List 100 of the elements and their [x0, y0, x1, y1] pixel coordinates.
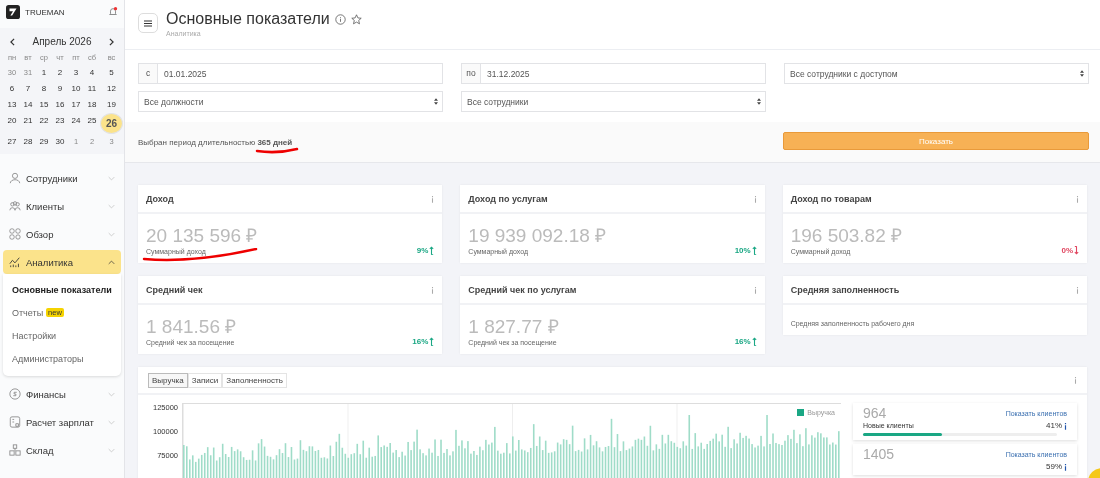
nav-item[interactable]: Клиенты [3, 194, 121, 218]
card-title: Средний чек [146, 284, 203, 295]
calendar-day[interactable]: 24 [68, 113, 84, 129]
kpi-value: 1 827.77 ₽ [468, 315, 559, 339]
calendar-day[interactable]: 5 [103, 65, 120, 81]
employees-select[interactable]: Все сотрудники [461, 91, 766, 112]
client-count: 964 [863, 405, 887, 421]
info-icon[interactable] [1064, 421, 1067, 430]
submenu-item[interactable]: Основные показатели [12, 284, 112, 295]
period-note: Выбран период длительностью 365 дней [138, 137, 293, 147]
bell-icon[interactable] [108, 7, 118, 17]
calendar-day[interactable]: 9 [52, 81, 68, 97]
kpi-value: 20 135 596 ₽ [146, 224, 258, 248]
page-title: Основные показатели [166, 10, 330, 28]
chart-tab[interactable]: Записи [187, 372, 223, 388]
grid-icon [9, 228, 21, 240]
kpi-change: 10% [734, 246, 751, 255]
nav-item[interactable]: Склад [3, 438, 121, 462]
calendar-day[interactable]: 25 [84, 113, 100, 129]
kpi-change: 0% [1061, 246, 1073, 255]
chevron-left-icon[interactable] [10, 37, 15, 46]
menu-button[interactable] [138, 13, 158, 33]
card-title: Средний чек по услугам [468, 284, 577, 295]
calendar-day[interactable]: 12 [103, 81, 120, 97]
client-percent: 59% [1046, 462, 1062, 471]
date-from-field[interactable]: с 01.01.2025 [138, 63, 443, 84]
kpi-change: 16% [734, 337, 751, 346]
submenu-item[interactable]: Администраторы [12, 353, 84, 364]
brand-name: TRUEMAN [25, 7, 66, 17]
calendar-day[interactable]: 7 [20, 81, 36, 97]
info-icon[interactable] [1064, 462, 1067, 471]
calendar-day[interactable]: 16 [52, 97, 68, 113]
chevron-icon [108, 259, 115, 265]
logo-icon [6, 5, 20, 19]
kpi-value: 19 939 092.18 ₽ [468, 224, 607, 248]
kpi-value: 1 841.56 ₽ [146, 315, 237, 339]
nav-item[interactable]: Финансы [3, 382, 121, 406]
card-title: Доход по услугам [468, 193, 548, 204]
kpi-value: 196 503.82 ₽ [790, 224, 903, 248]
kpi-change: 16% [412, 337, 429, 346]
calendar-day[interactable]: 1 [36, 65, 52, 81]
info-icon[interactable] [334, 13, 346, 25]
coin-icon [9, 388, 21, 400]
card-title: Средняя заполненность [790, 284, 900, 295]
calendar-day[interactable]: 11 [84, 81, 100, 97]
chevron-icon [108, 419, 115, 425]
calc-icon [9, 416, 21, 428]
access-select[interactable]: Все сотрудники с доступом [784, 63, 1089, 84]
calendar-day[interactable]: 13 [4, 97, 20, 113]
chart-tab[interactable]: Заполненность [222, 372, 287, 388]
chevron-icon [108, 447, 115, 453]
calendar-day[interactable]: 22 [36, 113, 52, 129]
person-icon [9, 172, 21, 184]
calendar-day[interactable]: 19 [103, 97, 120, 113]
calendar-day[interactable]: 20 [4, 113, 20, 129]
nav-item[interactable]: Аналитика [3, 250, 121, 274]
calendar-day[interactable]: 15 [36, 97, 52, 113]
chevron-icon [108, 175, 115, 181]
chart-tab[interactable]: Выручка [148, 372, 188, 388]
calendar-day[interactable]: 14 [20, 97, 36, 113]
submenu-item[interactable]: Настройки [12, 330, 57, 341]
calendar-day[interactable]: 29 [36, 134, 52, 150]
calendar-day[interactable]: 21 [20, 113, 36, 129]
chevron-icon [108, 231, 115, 237]
sort-arrows-icon [434, 98, 438, 105]
month-title: Апрель 2026 [32, 36, 92, 47]
calendar-day[interactable]: 2 [52, 65, 68, 81]
calendar-day[interactable]: 17 [68, 97, 84, 113]
star-icon[interactable] [350, 13, 362, 25]
calendar-day[interactable]: 28 [20, 134, 36, 150]
calendar-day[interactable]: 18 [84, 97, 100, 113]
calendar-day[interactable]: 26 [100, 113, 123, 134]
calendar-day[interactable]: 6 [4, 81, 20, 97]
chevron-right-icon[interactable] [109, 37, 114, 46]
client-count: 1405 [863, 446, 895, 462]
people-icon [9, 200, 21, 212]
nav-item[interactable]: Обзор [3, 222, 121, 246]
client-percent: 41% [1046, 421, 1062, 430]
chart-icon [9, 256, 21, 268]
calendar-day[interactable]: 30 [52, 134, 68, 150]
calendar-day[interactable]: 4 [84, 65, 100, 81]
positions-select[interactable]: Все должности [138, 91, 443, 112]
chevron-icon [108, 391, 115, 397]
chevron-icon [108, 203, 115, 209]
kpi-change: 9% [416, 246, 429, 255]
submenu-item[interactable]: Отчеты [12, 307, 44, 318]
card-title: Доход [146, 193, 174, 204]
calendar-day[interactable]: 27 [4, 134, 20, 150]
nav-item[interactable]: Расчет зарплат [3, 410, 121, 434]
calendar-day[interactable]: 3 [68, 65, 84, 81]
nav-item[interactable]: Сотрудники [3, 166, 121, 190]
legend-swatch-icon [797, 409, 805, 416]
calendar-day[interactable]: 10 [68, 81, 84, 97]
date-to-field[interactable]: по 31.12.2025 [461, 63, 766, 84]
sort-arrows-icon [1080, 70, 1084, 77]
calendar-day[interactable]: 8 [36, 81, 52, 97]
card-title: Доход по товарам [790, 193, 872, 204]
calendar-day[interactable]: 23 [52, 113, 68, 129]
menu-icon [144, 19, 152, 27]
boxes-icon [9, 444, 21, 456]
